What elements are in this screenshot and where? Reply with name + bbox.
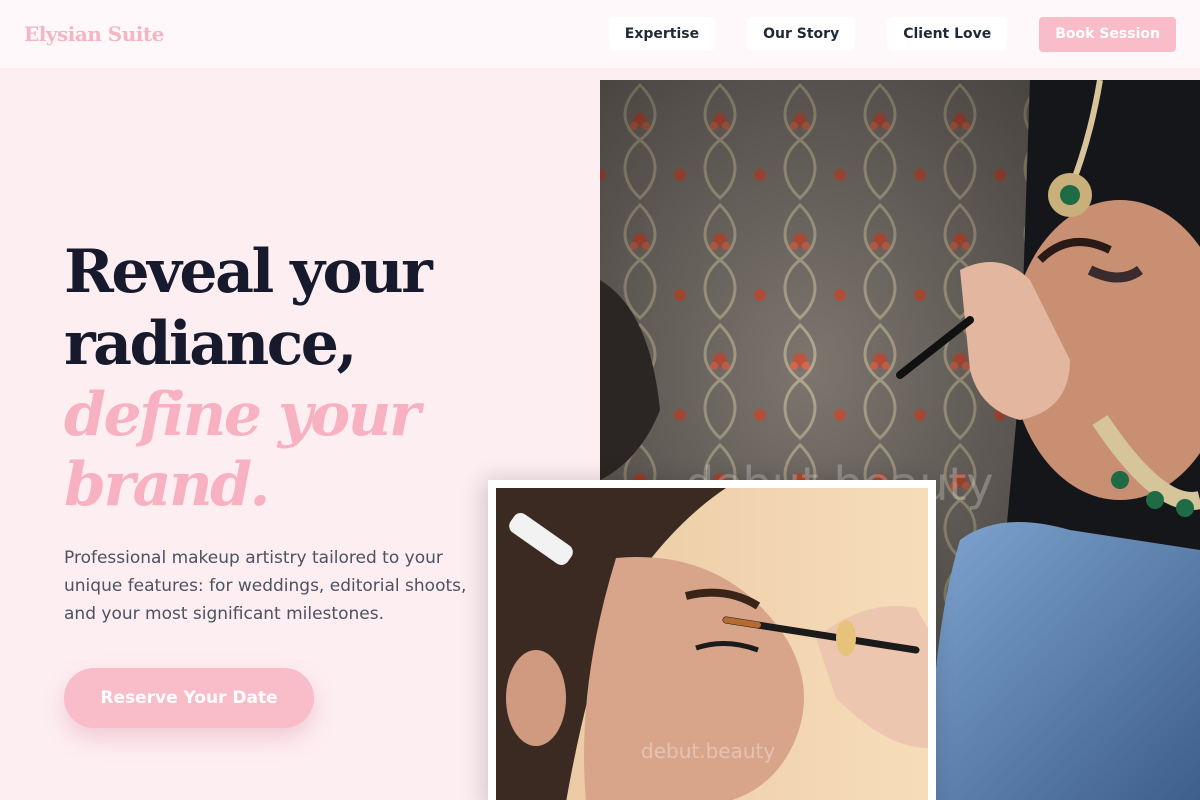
nav-link-expertise[interactable]: Expertise <box>608 17 716 51</box>
hero-title-line-1: Reveal your <box>64 237 433 307</box>
hero-title-line-2: radiance, <box>64 309 357 379</box>
hero-accent-line-1: define your <box>64 380 421 450</box>
reserve-date-button[interactable]: Reserve Your Date <box>64 668 314 728</box>
hero-description: Professional makeup artistry tailored to… <box>64 548 467 624</box>
eyeliner-makeup-photo: debut.beauty <box>496 488 928 800</box>
inset-photo-watermark: debut.beauty <box>641 739 775 763</box>
nav-links: Expertise Our Story Client Love Book Ses… <box>608 16 1176 52</box>
book-session-button[interactable]: Book Session <box>1039 16 1176 52</box>
top-navbar: Elysian Suite Expertise Our Story Client… <box>0 0 1200 68</box>
inset-photo-frame: debut.beauty <box>488 480 936 800</box>
brand-logo[interactable]: Elysian Suite <box>24 22 164 46</box>
hero-accent-line-2: brand. <box>64 450 270 520</box>
nav-link-our-story[interactable]: Our Story <box>747 17 856 51</box>
hero-heading: Reveal your radiance, define your brand. <box>64 236 504 520</box>
nav-link-client-love[interactable]: Client Love <box>887 17 1008 51</box>
